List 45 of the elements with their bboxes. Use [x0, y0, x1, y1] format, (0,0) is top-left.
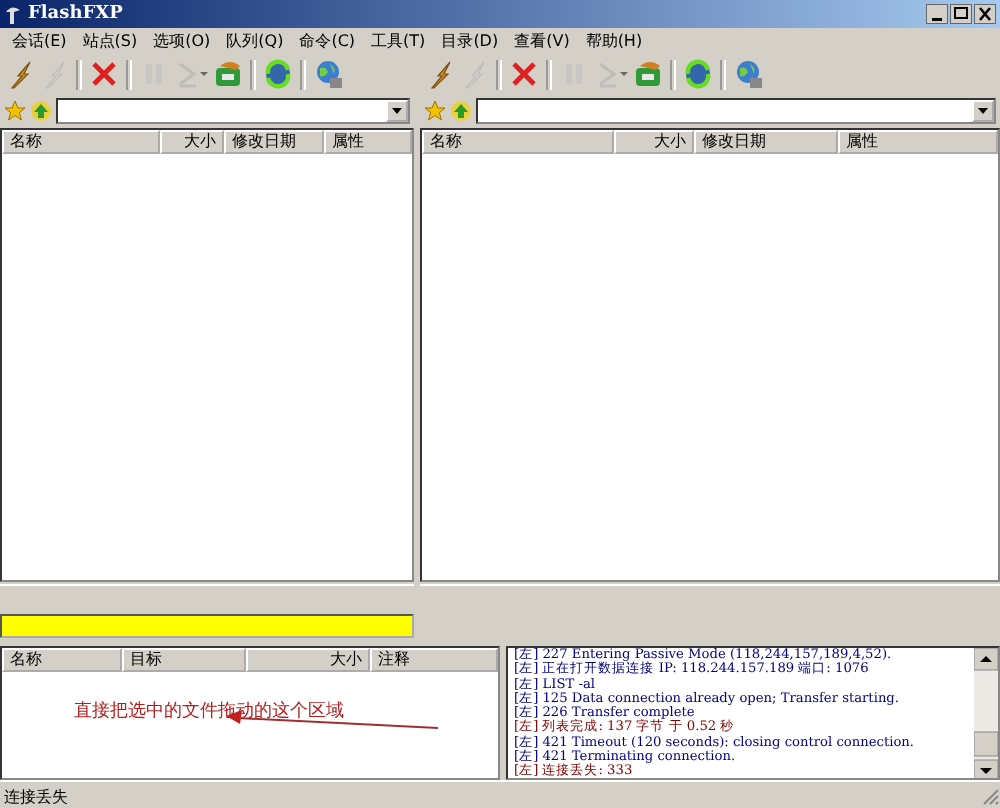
column-header[interactable]: 名称 — [422, 130, 614, 154]
column-header[interactable]: 属性 — [838, 130, 998, 154]
column-header[interactable]: 目标 — [122, 648, 246, 672]
close-icon[interactable] — [974, 4, 996, 24]
menu-item[interactable]: 工具(T) — [363, 30, 434, 52]
column-header[interactable]: 属性 — [324, 130, 412, 154]
column-header[interactable]: 名称 — [2, 130, 160, 154]
up-arrow-icon[interactable] — [30, 100, 52, 122]
window-title: FlashFXP — [28, 4, 125, 24]
column-header[interactable]: 大小 — [614, 130, 694, 154]
menu-item[interactable]: 目录(D) — [433, 30, 507, 52]
menu-item[interactable]: 命令(C) — [291, 30, 364, 52]
menu-item[interactable]: 查看(V) — [506, 30, 578, 52]
file-list[interactable]: 名称 大小 修改日期 属性 — [0, 128, 414, 582]
minimize-icon[interactable] — [926, 4, 948, 24]
column-header[interactable]: 大小 — [246, 648, 370, 672]
dropdown-icon[interactable] — [392, 108, 402, 114]
globe-icon[interactable] — [312, 58, 344, 90]
refresh-icon[interactable] — [682, 58, 714, 90]
menu-item[interactable]: 站点(S) — [74, 30, 146, 52]
path-field[interactable] — [56, 98, 410, 124]
transfer-icon[interactable] — [632, 58, 664, 90]
menu-item[interactable]: 选项(O) — [145, 30, 219, 52]
column-header[interactable]: 修改日期 — [694, 130, 838, 154]
menu-item[interactable]: 队列(Q) — [218, 30, 292, 52]
path-field[interactable] — [476, 98, 996, 124]
file-list[interactable]: 名称 大小 修改日期 属性 — [420, 128, 1000, 582]
column-header[interactable]: 大小 — [160, 130, 224, 154]
column-header[interactable]: 修改日期 — [224, 130, 324, 154]
menu-item[interactable]: 帮助(H) — [577, 30, 651, 52]
maximize-icon[interactable] — [950, 4, 972, 24]
resize-grip-icon[interactable] — [980, 786, 1000, 806]
dropdown-icon[interactable] — [978, 108, 988, 114]
star-icon[interactable] — [424, 100, 446, 122]
column-header[interactable]: 注释 — [370, 648, 498, 672]
star-icon[interactable] — [4, 100, 26, 122]
column-header[interactable]: 名称 — [2, 648, 122, 672]
up-arrow-icon[interactable] — [450, 100, 472, 122]
app-icon — [4, 4, 22, 24]
scrollbar[interactable] — [974, 648, 998, 778]
refresh-icon[interactable] — [262, 58, 294, 90]
status-text: 连接丢失 — [4, 785, 68, 807]
globe-icon[interactable] — [732, 58, 764, 90]
transfer-icon[interactable] — [212, 58, 244, 90]
menu-item[interactable]: 会话(E) — [4, 30, 75, 52]
